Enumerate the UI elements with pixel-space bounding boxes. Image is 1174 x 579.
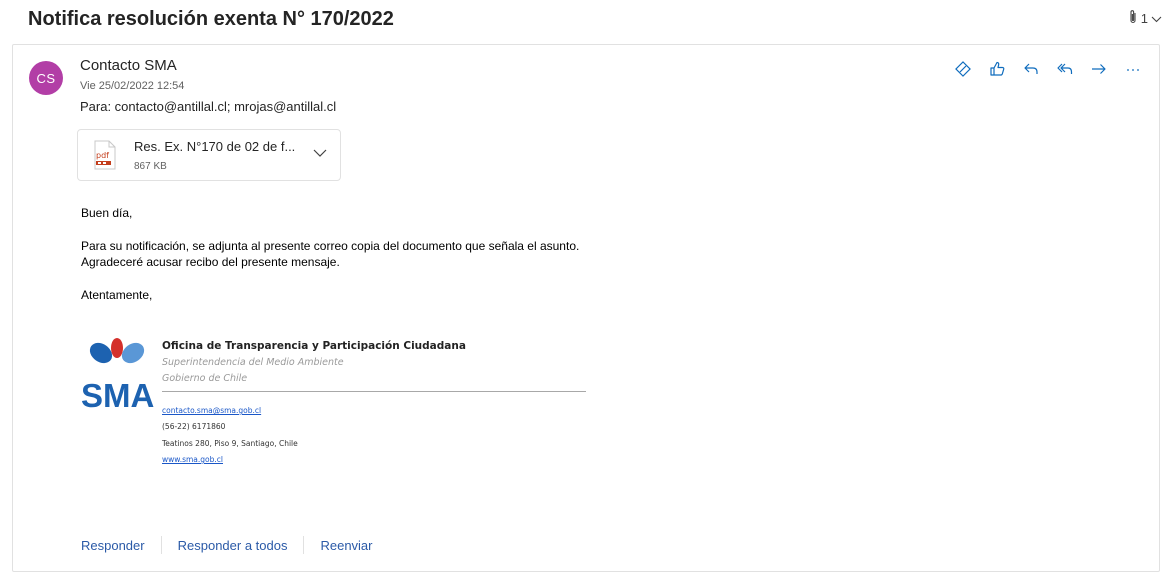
attachment-card[interactable]: pdf Res. Ex. N°170 de 02 de f... 867 KB [77,129,341,181]
paperclip-icon [1128,9,1138,28]
reply-all-icon-button[interactable] [1053,59,1077,83]
chevron-down-icon [1151,11,1162,26]
signature-title: Oficina de Transparencia y Participación… [162,340,466,352]
signature-email-link[interactable]: contacto.sma@sma.gob.cl [162,406,261,415]
sma-logo-text: SMA [81,377,154,411]
like-button[interactable] [985,59,1009,83]
immersive-reader-button[interactable] [951,59,975,83]
signature-divider [162,391,586,392]
signature-phone: (56-22) 6171860 [162,422,226,431]
divider [303,536,305,554]
forward-button[interactable]: Reenviar [318,538,374,553]
reply-icon-button[interactable] [1019,59,1043,83]
pdf-file-icon: pdf [92,140,118,175]
recipients: Para: contacto@antillal.cl; mrojas@antil… [80,99,337,114]
signature-subtitle-1: Superintendencia del Medio Ambiente [162,357,344,368]
body-greeting: Buen día, [81,206,133,220]
reply-button[interactable]: Responder [79,538,147,553]
thumbs-up-icon [988,60,1006,83]
sender-name[interactable]: Contacto SMA [80,57,177,74]
more-actions-button[interactable] [1121,59,1145,83]
attachment-options-chevron-icon[interactable] [312,146,328,164]
signature-address: Teatinos 280, Piso 9, Santiago, Chile [162,439,298,448]
reply-all-icon [1056,60,1074,83]
reply-bar: Responder Responder a todos Reenviar [79,536,375,554]
divider [160,536,162,554]
body-closing: Atentamente, [81,288,153,302]
email-subject: Notifica resolución exenta N° 170/2022 [28,8,394,30]
signature-subtitle-2: Gobierno de Chile [162,373,248,384]
body-line-1: Para su notificación, se adjunta al pres… [81,239,580,253]
more-horizontal-icon [1124,60,1142,83]
forward-arrow-icon [1090,60,1108,83]
avatar[interactable]: CS [29,61,63,95]
signature-website-link[interactable]: www.sma.gob.cl [162,455,223,464]
reply-icon [1022,60,1040,83]
sma-logo: SMA [81,333,161,416]
reading-pane-header: Notifica resolución exenta N° 170/2022 1 [0,0,1174,42]
attachment-count: 1 [1140,11,1148,26]
forward-icon-button[interactable] [1087,59,1111,83]
attachment-name: Res. Ex. N°170 de 02 de f... [134,139,296,154]
message-actions [951,59,1145,83]
pdf-label: pdf [96,151,109,160]
sparkle-eraser-icon [954,60,972,83]
message-card: CS Contacto SMA Vie 25/02/2022 12:54 Par… [12,44,1160,572]
reply-all-button[interactable]: Responder a todos [176,538,290,553]
attachment-count-dropdown[interactable]: 1 [1128,9,1162,28]
attachment-size: 867 KB [134,161,167,172]
body-line-2: Agradeceré acusar recibo del presente me… [81,255,340,269]
message-date: Vie 25/02/2022 12:54 [80,80,185,92]
